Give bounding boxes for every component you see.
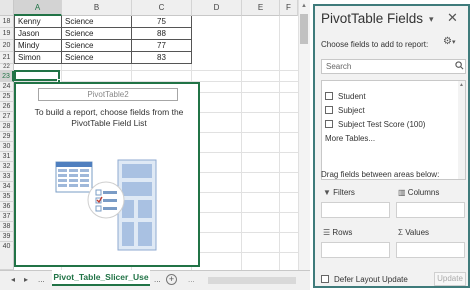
- row-header-active[interactable]: 23: [0, 71, 14, 82]
- drag-fields-label: Drag fields between areas below:: [321, 170, 440, 179]
- column-header-f[interactable]: F: [280, 0, 298, 16]
- field-list[interactable]: Student Subject Subject Test Score (100)…: [321, 80, 466, 180]
- filters-drop-area[interactable]: [321, 202, 390, 218]
- table-cell-score[interactable]: 77: [132, 40, 192, 52]
- column-header-c[interactable]: C: [132, 0, 192, 16]
- table-cell-subject[interactable]: Science: [62, 16, 132, 28]
- scroll-up-arrow-icon[interactable]: ▲: [459, 82, 464, 88]
- field-label: Subject: [338, 106, 365, 115]
- table-cell-subject[interactable]: Science: [62, 40, 132, 52]
- defer-label: Defer Layout Update: [334, 275, 408, 284]
- row-header[interactable]: 35: [0, 192, 14, 202]
- scroll-up-arrow-icon[interactable]: ▲: [300, 2, 308, 10]
- checkbox[interactable]: [325, 92, 333, 100]
- horizontal-scrollbar[interactable]: [208, 277, 296, 284]
- table-cell-score[interactable]: 83: [132, 52, 192, 64]
- pivottable-placeholder[interactable]: PivotTable2 To build a report, choose fi…: [14, 82, 200, 267]
- columns-drop-area[interactable]: [396, 202, 465, 218]
- row-header[interactable]: 29: [0, 132, 14, 142]
- table-cell-subject[interactable]: Science: [62, 52, 132, 64]
- more-tables-link[interactable]: More Tables...: [325, 134, 375, 143]
- sheet-tab-pivot-table-slicer-use[interactable]: Pivot_Table_Slicer_Use: [52, 270, 150, 286]
- pivottable-fields-pane: PivotTable Fields ▾ ✕ Choose fields to a…: [313, 4, 470, 288]
- choose-fields-label: Choose fields to add to report:: [321, 40, 429, 49]
- table-cell-score[interactable]: 75: [132, 16, 192, 28]
- pivottable-name: PivotTable2: [38, 88, 178, 101]
- row-header[interactable]: 21: [0, 52, 14, 64]
- checkbox[interactable]: [325, 106, 333, 114]
- field-search-input[interactable]: Search: [321, 59, 466, 74]
- table-cell-score[interactable]: 88: [132, 28, 192, 40]
- columns-icon: ▥: [398, 188, 406, 197]
- row-header[interactable]: 31: [0, 152, 14, 162]
- row-header[interactable]: 28: [0, 122, 14, 132]
- columns-area-label: ▥ Columns: [398, 188, 440, 197]
- column-header-b[interactable]: B: [62, 0, 132, 16]
- values-area-label: Σ Values: [398, 228, 430, 237]
- sigma-icon: Σ: [398, 228, 403, 237]
- row-header[interactable]: 24: [0, 82, 14, 92]
- row-header[interactable]: 33: [0, 172, 14, 182]
- table-cell-subject[interactable]: Science: [62, 28, 132, 40]
- row-header[interactable]: 19: [0, 28, 14, 40]
- row-header[interactable]: 27: [0, 112, 14, 122]
- tab-prev-icon[interactable]: ◂: [11, 275, 15, 285]
- gear-icon[interactable]: ⚙▾: [443, 36, 465, 50]
- row-header[interactable]: 18: [0, 16, 14, 28]
- chevron-down-icon[interactable]: ▾: [429, 14, 434, 25]
- row-header[interactable]: 34: [0, 182, 14, 192]
- column-header-e[interactable]: E: [242, 0, 280, 16]
- tab-next-icon[interactable]: ▸: [24, 275, 28, 285]
- hscroll-more[interactable]: ...: [188, 275, 195, 285]
- search-icon: [455, 61, 464, 70]
- pivottable-illustration-icon: [55, 159, 157, 251]
- row-header[interactable]: 22: [0, 64, 14, 71]
- checkbox[interactable]: [325, 120, 333, 128]
- row-header[interactable]: 20: [0, 40, 14, 52]
- row-header[interactable]: 25: [0, 92, 14, 102]
- row-header[interactable]: 37: [0, 212, 14, 222]
- field-label: Subject Test Score (100): [338, 120, 426, 129]
- values-drop-area[interactable]: [396, 242, 465, 258]
- vertical-scroll-thumb[interactable]: [300, 14, 308, 44]
- pane-title: PivotTable Fields: [321, 11, 424, 26]
- row-header[interactable]: 30: [0, 142, 14, 152]
- row-header[interactable]: 36: [0, 202, 14, 212]
- defer-checkbox[interactable]: [321, 275, 329, 283]
- column-header-a[interactable]: A: [14, 0, 62, 16]
- field-item-subject[interactable]: Subject: [325, 106, 365, 115]
- row-header[interactable]: 39: [0, 232, 14, 242]
- rows-icon: ☰: [323, 228, 331, 237]
- pivottable-instructions: To build a report, choose fields from th…: [34, 107, 184, 128]
- table-cell-name[interactable]: Mindy: [14, 40, 62, 52]
- field-item-subject-test-score[interactable]: Subject Test Score (100): [325, 120, 425, 129]
- update-button[interactable]: Update: [434, 272, 466, 286]
- tab-more-right[interactable]: ...: [154, 275, 161, 285]
- filter-icon: ▼: [323, 188, 331, 197]
- select-all-corner[interactable]: [0, 0, 14, 16]
- column-header-d[interactable]: D: [192, 0, 242, 16]
- table-cell-name[interactable]: Jason: [14, 28, 62, 40]
- table-cell-name[interactable]: Kenny: [14, 16, 62, 28]
- close-icon[interactable]: ✕: [447, 10, 458, 26]
- table-cell-name[interactable]: Simon: [14, 52, 62, 64]
- row-header[interactable]: 40: [0, 242, 14, 270]
- row-header[interactable]: 26: [0, 102, 14, 112]
- tab-more-left[interactable]: ...: [38, 275, 45, 285]
- active-cell-a23[interactable]: [14, 70, 60, 81]
- row-header[interactable]: 38: [0, 222, 14, 232]
- row-header[interactable]: 32: [0, 162, 14, 172]
- field-list-scrollbar[interactable]: [458, 81, 465, 179]
- rows-drop-area[interactable]: [321, 242, 390, 258]
- add-sheet-button[interactable]: +: [166, 274, 177, 285]
- rows-area-label: ☰ Rows: [323, 228, 353, 237]
- filters-area-label: ▼ Filters: [323, 188, 355, 197]
- defer-layout-update[interactable]: Defer Layout Update: [321, 275, 408, 284]
- field-item-student[interactable]: Student: [325, 92, 366, 101]
- field-label: Student: [338, 92, 366, 101]
